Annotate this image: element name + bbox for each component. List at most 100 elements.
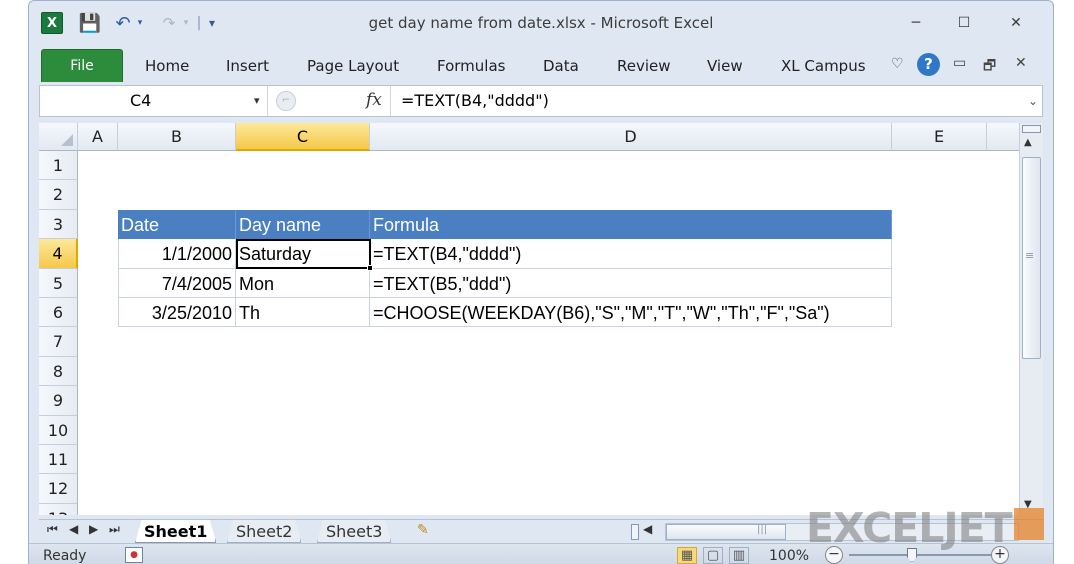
- status-text: Ready: [43, 548, 87, 564]
- column-header-f[interactable]: [987, 123, 1019, 151]
- name-box-dropdown-icon[interactable]: ▾: [254, 86, 260, 116]
- prev-sheet-icon[interactable]: ◀: [69, 522, 78, 536]
- tab-insert[interactable]: Insert: [226, 57, 269, 75]
- minimize-button[interactable]: ─: [901, 15, 931, 37]
- page-layout-view-icon[interactable]: ▢: [703, 547, 723, 564]
- table-header-date[interactable]: Date: [118, 209, 236, 240]
- cell-d6[interactable]: =CHOOSE(WEEKDAY(B6),"S","M","T","W","Th"…: [370, 298, 892, 328]
- row-header-12[interactable]: 12: [39, 474, 78, 504]
- tab-review[interactable]: Review: [617, 57, 671, 75]
- zoom-slider-track[interactable]: [849, 554, 997, 556]
- cell-b6[interactable]: 3/25/2010: [118, 298, 236, 328]
- ribbon-collapse-icon[interactable]: ♡: [891, 56, 904, 72]
- cell-d5[interactable]: =TEXT(B5,"ddd"): [370, 268, 892, 298]
- save-icon[interactable]: 💾: [79, 13, 101, 34]
- column-header-d[interactable]: D: [370, 123, 892, 151]
- first-sheet-icon[interactable]: ⏮: [47, 522, 58, 537]
- ribbon-tabs: File Home Insert Page Layout Formulas Da…: [29, 47, 1053, 85]
- cell-b5[interactable]: 7/4/2005: [118, 268, 236, 298]
- row-header-8[interactable]: 8: [39, 356, 78, 387]
- formula-cancel-icon[interactable]: ⌐: [276, 91, 296, 111]
- undo-dropdown-icon[interactable]: ▾: [135, 13, 145, 33]
- tab-page-layout[interactable]: Page Layout: [307, 57, 399, 75]
- next-sheet-icon[interactable]: ▶: [89, 522, 98, 536]
- split-box[interactable]: [1022, 125, 1041, 133]
- workbook-close-icon[interactable]: ✕: [1015, 55, 1027, 71]
- tab-split-box[interactable]: [631, 524, 639, 540]
- cell-b4[interactable]: 1/1/2000: [118, 239, 236, 269]
- row-header-3[interactable]: 3: [39, 209, 78, 240]
- tab-home[interactable]: Home: [145, 57, 189, 75]
- insert-sheet-icon[interactable]: ✎: [417, 522, 429, 538]
- cell-d4[interactable]: =TEXT(B4,"dddd"): [370, 239, 892, 269]
- macro-record-icon[interactable]: ●: [125, 547, 143, 563]
- formula-input[interactable]: =TEXT(B4,"dddd"): [390, 86, 1020, 116]
- scroll-left-icon[interactable]: ◀: [643, 522, 652, 536]
- zoom-out-button[interactable]: −: [825, 546, 843, 564]
- row-header-11[interactable]: 11: [39, 445, 78, 475]
- expand-formula-bar-icon[interactable]: ⌄: [1028, 86, 1038, 116]
- customize-qat-icon[interactable]: ▾: [205, 13, 219, 33]
- redo-icon[interactable]: ↷: [159, 13, 179, 33]
- row-header-13[interactable]: 13: [39, 503, 78, 515]
- row-header-9[interactable]: 9: [39, 386, 78, 416]
- row-header-2[interactable]: 2: [39, 180, 78, 210]
- zoom-slider-thumb[interactable]: [907, 548, 917, 562]
- table-header-formula[interactable]: Formula: [370, 209, 892, 240]
- row-header-10[interactable]: 10: [39, 415, 78, 445]
- row-header-7[interactable]: 7: [39, 327, 78, 357]
- scroll-up-icon[interactable]: ▲: [1024, 137, 1032, 148]
- zoom-level[interactable]: 100%: [769, 548, 809, 564]
- column-header-b[interactable]: B: [118, 123, 236, 151]
- cell-c6[interactable]: Th: [236, 298, 370, 328]
- tab-sheet3[interactable]: Sheet3: [317, 520, 392, 543]
- page-break-view-icon[interactable]: ▥: [729, 547, 749, 564]
- name-box[interactable]: C4: [40, 86, 268, 116]
- maximize-button[interactable]: ☐: [949, 15, 979, 37]
- redo-dropdown-icon[interactable]: ▾: [181, 13, 191, 33]
- row-header-6[interactable]: 6: [39, 298, 78, 328]
- cell-c4[interactable]: Saturday: [236, 239, 370, 269]
- tab-view[interactable]: View: [707, 57, 743, 75]
- table-header-day-name[interactable]: Day name: [236, 209, 370, 240]
- horizontal-scroll-thumb[interactable]: [666, 524, 786, 540]
- insert-function-icon[interactable]: fx: [366, 90, 382, 110]
- scroll-grip-icon: ≡: [1025, 249, 1035, 262]
- normal-view-icon[interactable]: ▦: [677, 547, 697, 564]
- workbook-restore-icon[interactable]: 🗗: [983, 55, 996, 79]
- vertical-scrollbar[interactable]: ▲ ≡ ▼: [1019, 123, 1043, 515]
- sheet-tab-bar: ⏮ ◀ ▶ ⏭ Sheet1 Sheet2 Sheet3 ✎ ◀ |||: [39, 519, 1043, 543]
- tab-file[interactable]: File: [41, 49, 123, 82]
- fill-handle[interactable]: [367, 265, 373, 271]
- help-icon[interactable]: ?: [917, 53, 940, 76]
- status-bar: Ready ● ▦ ▢ ▥ 100% − +: [29, 543, 1053, 564]
- tab-data[interactable]: Data: [543, 57, 579, 75]
- title-bar: X 💾 ↶ ▾ ↷ ▾ | ▾ get day name from date.x…: [29, 1, 1053, 47]
- excel-logo-icon[interactable]: X: [41, 12, 63, 34]
- tab-sheet2[interactable]: Sheet2: [227, 520, 302, 543]
- formula-bar: C4 ▾ ⌐ fx =TEXT(B4,"dddd") ⌄: [39, 85, 1043, 117]
- column-header-a[interactable]: A: [78, 123, 118, 151]
- zoom-in-button[interactable]: +: [991, 546, 1009, 564]
- row-header-4[interactable]: 4: [39, 239, 78, 269]
- tab-sheet1[interactable]: Sheet1: [135, 520, 217, 543]
- select-all-icon: [61, 134, 73, 146]
- cell-c5[interactable]: Mon: [236, 268, 370, 298]
- worksheet-grid[interactable]: A B C D E 1 2 3 4 5 6 7 8 9 10 11 12 13 …: [39, 123, 1019, 515]
- last-sheet-icon[interactable]: ⏭: [109, 522, 120, 537]
- row-header-1[interactable]: 1: [39, 151, 78, 181]
- horizontal-scrollbar[interactable]: [665, 523, 1019, 541]
- undo-icon[interactable]: ↶: [113, 13, 133, 34]
- workbook-minimize-icon[interactable]: ▭: [953, 55, 966, 71]
- row-header-5[interactable]: 5: [39, 268, 78, 298]
- column-header-c[interactable]: C: [236, 123, 370, 151]
- qat-separator: |: [196, 15, 202, 31]
- close-button[interactable]: ✕: [1001, 15, 1031, 37]
- column-header-e[interactable]: E: [892, 123, 987, 151]
- tab-formulas[interactable]: Formulas: [437, 57, 505, 75]
- excel-window: X 💾 ↶ ▾ ↷ ▾ | ▾ get day name from date.x…: [28, 0, 1054, 564]
- select-all-button[interactable]: [39, 123, 78, 151]
- scroll-down-icon[interactable]: ▼: [1024, 499, 1032, 510]
- horizontal-grip-icon: |||: [757, 524, 768, 535]
- tab-xl-campus[interactable]: XL Campus: [781, 57, 866, 75]
